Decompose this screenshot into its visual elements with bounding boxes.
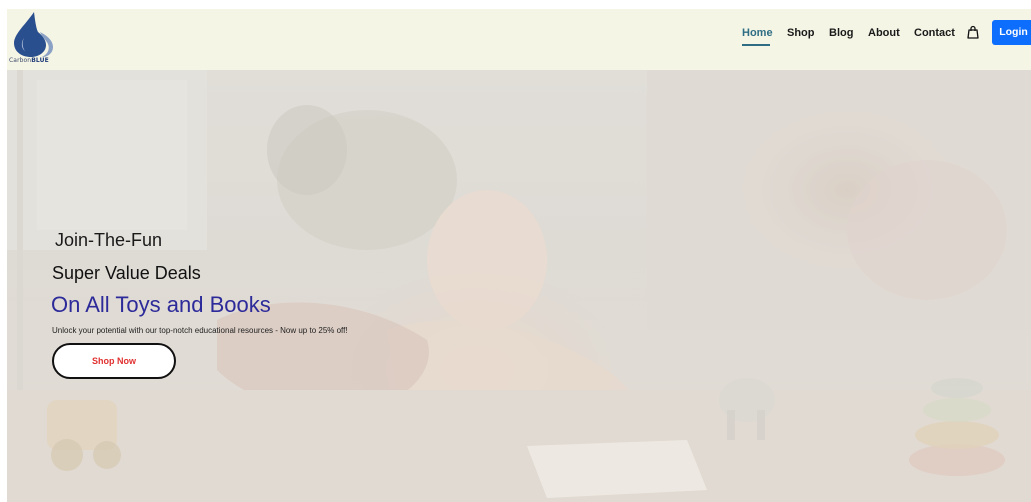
shop-now-button[interactable]: Shop Now xyxy=(52,343,176,379)
water-drop-logo-icon xyxy=(14,12,53,57)
logo-wordmark: CarbonBLUE xyxy=(9,57,49,64)
carbonblue-logo[interactable]: CarbonBLUE xyxy=(8,10,60,68)
hero-background-image xyxy=(7,70,1031,502)
hero-subtitle: Unlock your potential with our top-notch… xyxy=(52,326,348,335)
nav-shop[interactable]: Shop xyxy=(787,27,815,39)
nav-about[interactable]: About xyxy=(868,27,900,39)
page: CarbonBLUE Home Shop Blog About Contact … xyxy=(7,9,1031,502)
login-button[interactable]: Login xyxy=(992,20,1031,45)
shopping-bag-icon[interactable] xyxy=(966,25,980,40)
hero-headline: On All Toys and Books xyxy=(51,292,271,317)
navbar: CarbonBLUE Home Shop Blog About Contact … xyxy=(7,9,1031,70)
hero-banner: Join-The-Fun Super Value Deals On All To… xyxy=(7,70,1031,502)
nav-blog[interactable]: Blog xyxy=(829,27,853,39)
nav-active-underline xyxy=(742,44,770,46)
hero-line-deals: Super Value Deals xyxy=(52,263,201,283)
nav-contact[interactable]: Contact xyxy=(914,27,955,39)
nav-home[interactable]: Home xyxy=(742,27,773,39)
hero-line-join: Join-The-Fun xyxy=(55,230,163,250)
